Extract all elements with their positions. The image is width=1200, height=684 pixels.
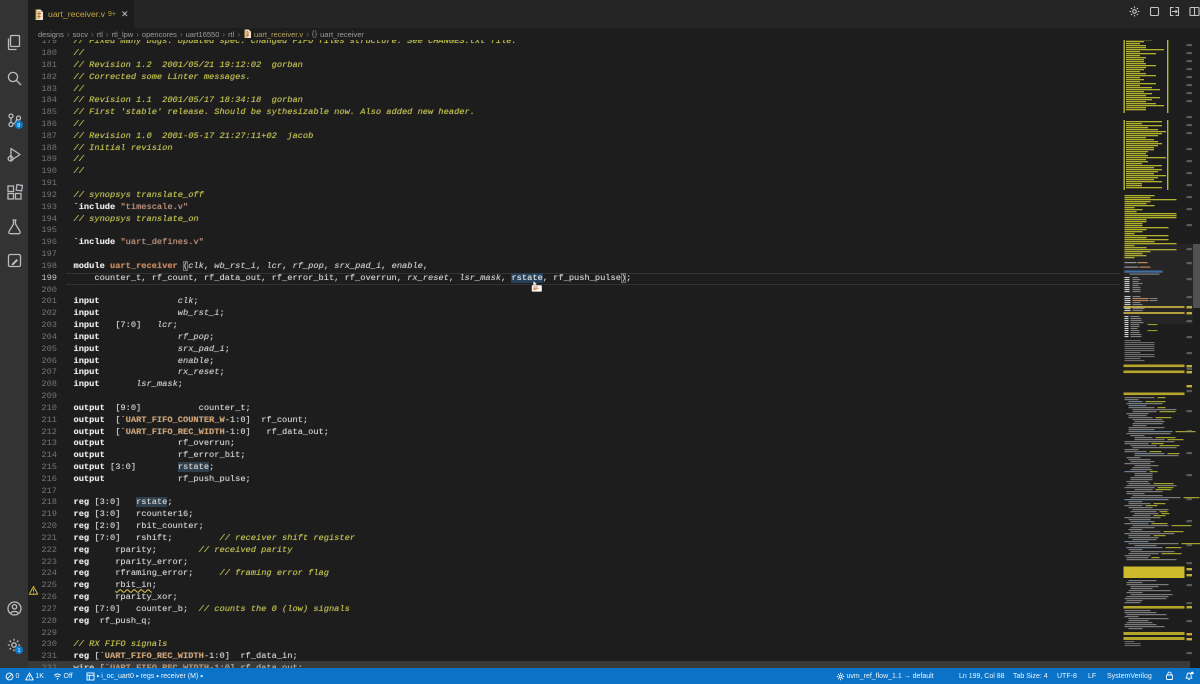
svg-text:8: 8 xyxy=(17,122,20,128)
svg-text:1: 1 xyxy=(17,648,20,654)
